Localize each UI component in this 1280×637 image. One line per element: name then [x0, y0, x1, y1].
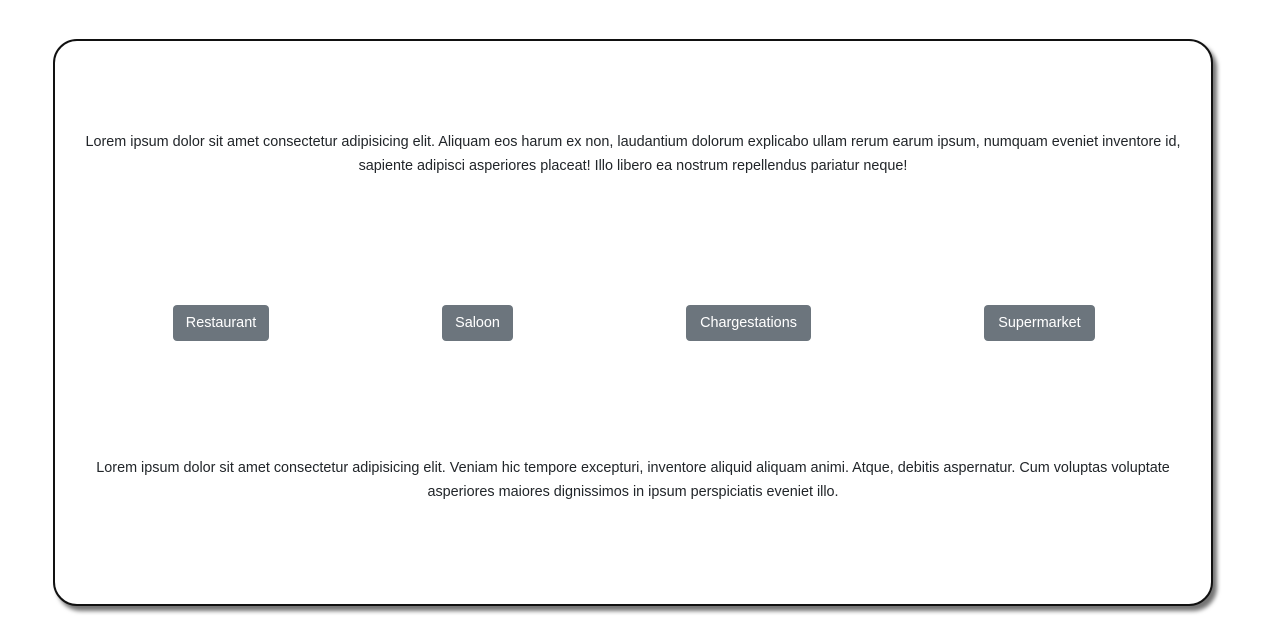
restaurant-button[interactable]: Restaurant	[173, 305, 269, 341]
supermarket-button[interactable]: Supermarket	[984, 305, 1095, 341]
content-card: Lorem ipsum dolor sit amet consectetur a…	[53, 39, 1213, 606]
footer-paragraph: Lorem ipsum dolor sit amet consectetur a…	[96, 460, 1170, 500]
intro-paragraph: Lorem ipsum dolor sit amet consectetur a…	[85, 134, 1181, 174]
saloon-button[interactable]: Saloon	[442, 305, 513, 341]
category-button-row: Restaurant Saloon Chargestations Superma…	[55, 305, 1211, 343]
chargestations-button[interactable]: Chargestations	[686, 305, 811, 341]
